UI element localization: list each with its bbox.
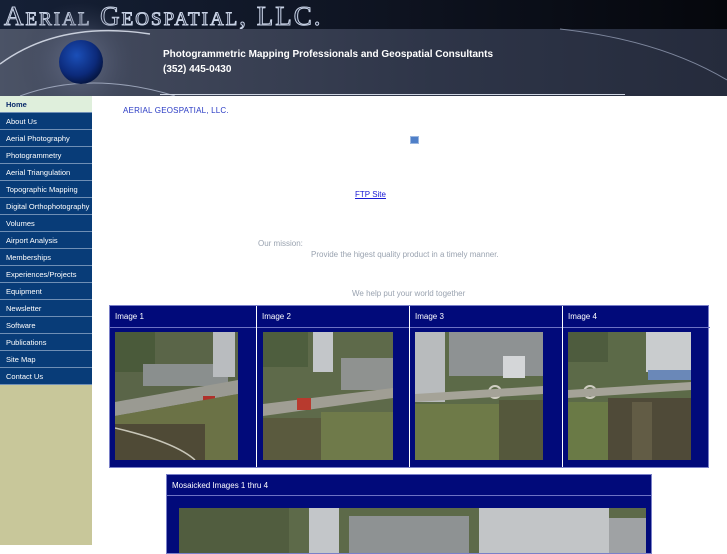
site-header: Aerial Geospatial, LLC. Photogrammetric …: [0, 0, 727, 96]
nav-item-airport-analysis[interactable]: Airport Analysis: [0, 232, 92, 249]
aerial-photo-1[interactable]: [115, 332, 238, 460]
slogan: We help put your world together: [352, 289, 466, 298]
tagline: Photogrammetric Mapping Professionals an…: [163, 49, 494, 60]
phone-number: (352) 445-0430: [163, 64, 232, 75]
image-label: Image 3: [415, 312, 444, 321]
aerial-photo-2[interactable]: [263, 332, 393, 460]
ftp-site-link[interactable]: FTP Site: [355, 190, 386, 199]
sidebar: Home About Us Aerial Photography Photogr…: [0, 96, 92, 545]
nav-item-equipment[interactable]: Equipment: [0, 283, 92, 300]
nav-item-photogrammetry[interactable]: Photogrammetry: [0, 147, 92, 164]
cell-divider: [110, 327, 256, 328]
image-cell-2: Image 2: [257, 306, 410, 467]
nav-item-site-map[interactable]: Site Map: [0, 351, 92, 368]
image-label: Image 2: [262, 312, 291, 321]
nav-item-volumes[interactable]: Volumes: [0, 215, 92, 232]
nav-menu: Home About Us Aerial Photography Photogr…: [0, 96, 92, 385]
nav-item-experiences-projects[interactable]: Experiences/Projects: [0, 266, 92, 283]
cell-divider: [167, 495, 651, 496]
nav-item-memberships[interactable]: Memberships: [0, 249, 92, 266]
image-cell-4: Image 4: [563, 306, 710, 467]
cell-divider: [563, 327, 710, 328]
nav-item-aerial-triangulation[interactable]: Aerial Triangulation: [0, 164, 92, 181]
company-name-heading: AERIAL GEOSPATIAL, LLC.: [123, 106, 229, 115]
aerial-photo-4[interactable]: [568, 332, 691, 460]
mission-statement: Provide the higest quality product in a …: [311, 250, 499, 259]
nav-item-digital-orthophotography[interactable]: Digital Orthophotography: [0, 198, 92, 215]
nav-item-software[interactable]: Software: [0, 317, 92, 334]
nav-item-aerial-photography[interactable]: Aerial Photography: [0, 130, 92, 147]
image-cell-3: Image 3: [410, 306, 563, 467]
nav-item-publications[interactable]: Publications: [0, 334, 92, 351]
cell-divider: [257, 327, 409, 328]
nav-item-contact-us[interactable]: Contact Us: [0, 368, 92, 385]
aerial-images-table: Image 1 Image 2 Image 3 Image 4: [109, 305, 710, 468]
mosaic-photo[interactable]: [179, 508, 646, 553]
image-cell-1: Image 1: [110, 306, 257, 467]
nav-item-topographic-mapping[interactable]: Topographic Mapping: [0, 181, 92, 198]
mission-label: Our mission:: [258, 239, 303, 248]
mosaic-panel: Mosaicked Images 1 thru 4: [166, 474, 652, 554]
cell-divider: [410, 327, 562, 328]
header-divider: [160, 94, 625, 95]
image-label: Image 1: [115, 312, 144, 321]
mosaic-label: Mosaicked Images 1 thru 4: [172, 481, 269, 490]
nav-item-about-us[interactable]: About Us: [0, 113, 92, 130]
globe-graphic: [0, 2, 727, 96]
aerial-photo-3[interactable]: [415, 332, 543, 460]
image-label: Image 4: [568, 312, 597, 321]
nav-item-home[interactable]: Home: [0, 96, 92, 113]
nav-item-newsletter[interactable]: Newsletter: [0, 300, 92, 317]
image-icon[interactable]: [410, 136, 419, 144]
